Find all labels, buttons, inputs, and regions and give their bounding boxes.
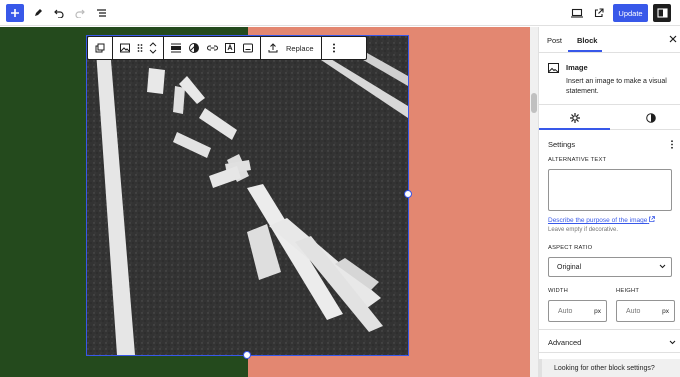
- width-placeholder: Auto: [558, 308, 573, 315]
- plus-icon: [11, 9, 19, 17]
- gear-icon[interactable]: [570, 113, 580, 123]
- duplicate-button[interactable]: [91, 37, 109, 59]
- move-up-down-icon: [149, 42, 157, 54]
- chevron-down-icon: [659, 264, 666, 269]
- text-overlay-icon: [225, 43, 235, 53]
- drag-handle-icon: [137, 44, 143, 52]
- block-toolbar: Replace: [87, 36, 367, 60]
- height-unit[interactable]: px: [662, 308, 669, 315]
- text-overlay-button[interactable]: [221, 37, 239, 59]
- redo-button[interactable]: [72, 4, 88, 22]
- more-options-button[interactable]: [325, 37, 343, 59]
- canvas-scroll-thumb[interactable]: [531, 93, 537, 113]
- width-label: WIDTH: [548, 288, 568, 294]
- view-post-button[interactable]: [591, 4, 607, 22]
- duotone-button[interactable]: [185, 37, 203, 59]
- replace-button[interactable]: Replace: [282, 44, 318, 53]
- height-label: HEIGHT: [616, 288, 640, 294]
- block-type-button[interactable]: [116, 37, 134, 59]
- width-unit[interactable]: px: [594, 308, 601, 315]
- more-options-icon: [332, 43, 335, 53]
- tools-button[interactable]: [30, 4, 46, 22]
- list-view-icon: [96, 9, 106, 17]
- editor-canvas: Replace: [0, 27, 530, 377]
- block-description: Insert an image to make a visual stateme…: [566, 78, 667, 95]
- toolbar-group-media: Replace: [261, 37, 322, 59]
- caption-icon: [243, 43, 253, 53]
- aspect-ratio-label: ASPECT RATIO: [548, 245, 593, 251]
- height-placeholder: Auto: [626, 308, 641, 315]
- external-link-icon: [594, 8, 604, 18]
- more-options-icon[interactable]: [670, 140, 674, 149]
- chevron-down-icon[interactable]: [669, 340, 676, 345]
- active-tab-indicator: [568, 50, 602, 52]
- list-view-button[interactable]: [93, 4, 109, 22]
- image-icon: [120, 43, 130, 53]
- aspect-ratio-select[interactable]: Original: [548, 257, 672, 277]
- update-button[interactable]: Update: [613, 4, 648, 22]
- caption-button[interactable]: [239, 37, 257, 59]
- editor-top-bar: Update: [0, 0, 680, 26]
- align-button[interactable]: [167, 37, 185, 59]
- undo-icon: [54, 9, 64, 18]
- height-input[interactable]: Auto px: [616, 300, 675, 322]
- tab-post[interactable]: Post: [547, 36, 562, 45]
- resize-handle-bottom[interactable]: [243, 351, 251, 359]
- image-icon: [548, 63, 559, 73]
- external-link-icon: [649, 216, 656, 222]
- sidebar-icon: [656, 8, 668, 18]
- road-markings-photo: [87, 36, 408, 355]
- link-button[interactable]: [203, 37, 221, 59]
- upload-button[interactable]: [264, 37, 282, 59]
- close-icon[interactable]: [669, 35, 677, 43]
- redo-icon: [75, 9, 85, 18]
- settings-toggle-button[interactable]: [653, 4, 671, 22]
- describe-purpose-link[interactable]: Describe the purpose of the image: [548, 216, 656, 224]
- drag-handle[interactable]: [134, 37, 146, 59]
- block-inspector-tabs: [539, 104, 680, 130]
- alt-text-help: Leave empty if decorative.: [548, 227, 619, 233]
- alt-text-field[interactable]: [548, 169, 672, 211]
- pencil-icon: [35, 9, 42, 16]
- link-icon: [206, 45, 218, 51]
- align-icon: [171, 43, 181, 53]
- upload-icon: [268, 43, 278, 53]
- move-buttons[interactable]: [146, 37, 160, 59]
- advanced-panel-toggle[interactable]: Advanced: [548, 338, 581, 347]
- settings-sidebar: Post Block Image Insert an image to make…: [538, 27, 680, 377]
- alt-text-label: ALTERNATIVE TEXT: [548, 157, 607, 163]
- resize-handle-right[interactable]: [404, 190, 412, 198]
- toolbar-group-tools: [164, 37, 261, 59]
- section-divider: [539, 329, 680, 330]
- width-input[interactable]: Auto px: [548, 300, 607, 322]
- toolbar-group-parent: [88, 37, 113, 59]
- toolbar-group-options: [322, 37, 346, 59]
- toolbar-group-block: [113, 37, 164, 59]
- undo-button[interactable]: [51, 4, 67, 22]
- settings-panel-title: Settings: [548, 140, 576, 149]
- active-subtab-indicator: [539, 128, 610, 130]
- duotone-icon: [189, 43, 199, 53]
- preview-button[interactable]: [569, 4, 585, 22]
- sidebar-tabs: Post Block: [539, 27, 680, 53]
- styles-icon[interactable]: [646, 113, 656, 123]
- block-title: Image: [566, 63, 588, 72]
- tab-block[interactable]: Block: [577, 36, 597, 45]
- update-label: Update: [618, 8, 643, 18]
- add-block-button[interactable]: [6, 4, 24, 22]
- block-settings-notice: Looking for other block settings?: [539, 359, 680, 377]
- desktop-icon: [571, 8, 583, 18]
- aspect-ratio-value: Original: [557, 264, 582, 271]
- section-divider: [539, 352, 680, 353]
- duplicate-icon: [95, 43, 105, 53]
- canvas-scrollbar[interactable]: [530, 27, 538, 377]
- describe-purpose-text: Describe the purpose of the image: [548, 217, 648, 224]
- selected-image-block[interactable]: [86, 35, 409, 356]
